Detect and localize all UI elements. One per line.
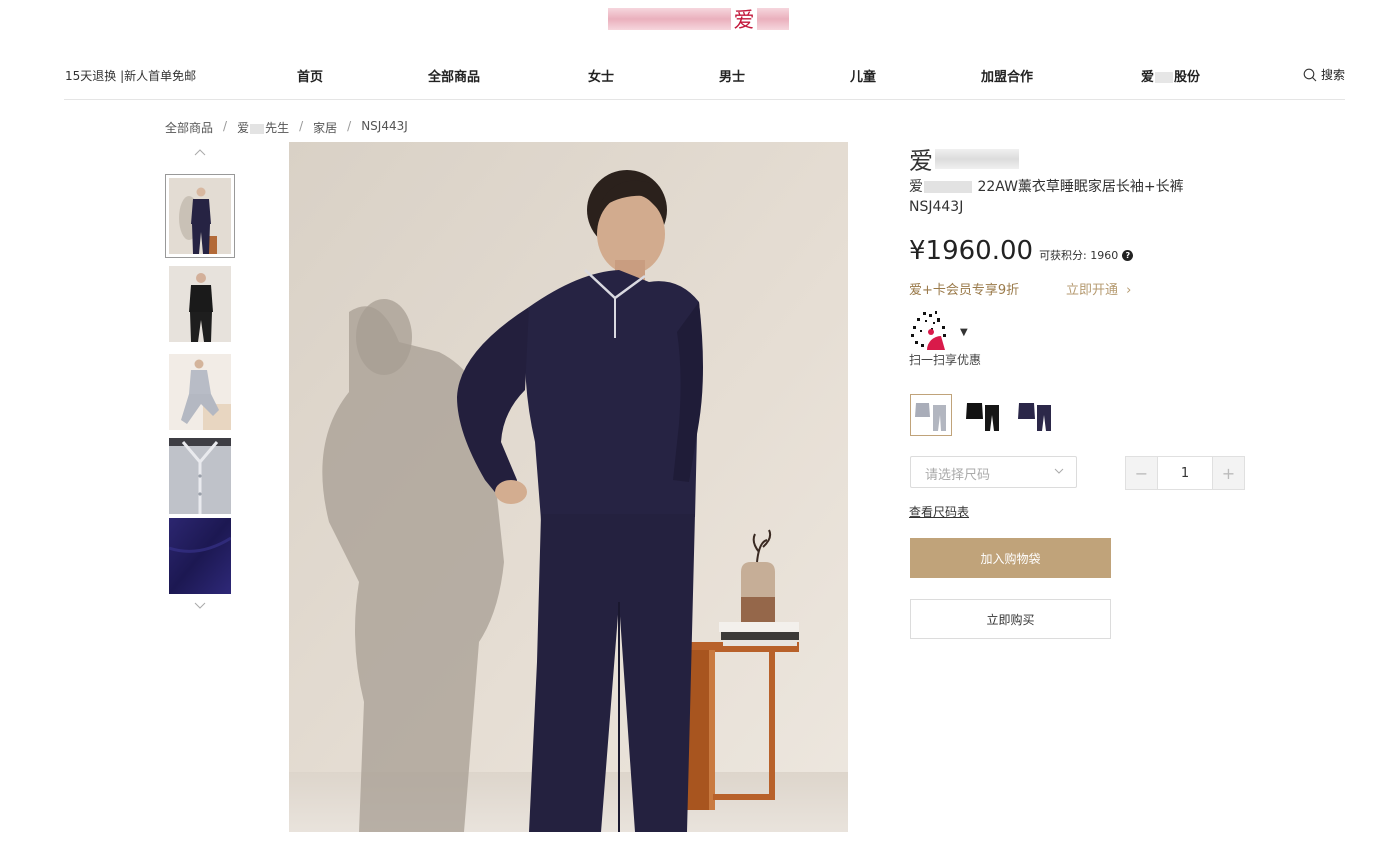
breadcrumb-home-living[interactable]: 家居	[313, 119, 337, 136]
reward-points-label: 可获积分: 1960	[1039, 249, 1119, 262]
nav-item-women[interactable]: 女士	[588, 66, 614, 85]
breadcrumb-separator: /	[223, 119, 228, 133]
thumbnail-image	[169, 266, 231, 342]
redaction-mask	[1155, 72, 1174, 83]
breadcrumb-all-products[interactable]: 全部商品	[165, 119, 213, 136]
promo-text: 15天退换 |新人首单免邮	[65, 69, 197, 83]
qr-code-image	[909, 310, 949, 350]
nav-item-kids[interactable]: 儿童	[850, 66, 876, 85]
thumbnail-2[interactable]	[165, 262, 235, 346]
chevron-down-icon	[194, 602, 206, 609]
add-to-bag-button[interactable]: 加入购物袋	[910, 538, 1111, 578]
chevron-down-icon	[1054, 468, 1064, 474]
color-swatches	[910, 394, 1056, 436]
product-brand: 爱	[909, 141, 1019, 176]
quantity-value[interactable]: 1	[1157, 457, 1213, 489]
color-swatch-black[interactable]	[962, 394, 1004, 436]
product-photo	[289, 142, 848, 832]
breadcrumb-separator: /	[347, 119, 352, 133]
member-activate-link[interactable]: 立即开通 ›	[1066, 279, 1131, 298]
qr-code[interactable]	[909, 310, 949, 350]
product-title: 爱 22AW薰衣草睡眠家居长袖+长裤NSJ443J	[909, 177, 1199, 217]
color-swatch-navy[interactable]	[1014, 394, 1056, 436]
thumb-scroll-down-button[interactable]	[165, 596, 235, 616]
logo-char: 爱	[733, 7, 755, 32]
product-price: ¥1960.00	[909, 236, 1034, 266]
thumbnail-5[interactable]	[165, 514, 235, 598]
nav-item-franchise[interactable]: 加盟合作	[981, 66, 1033, 85]
size-chart-link[interactable]: 查看尺码表	[909, 503, 969, 520]
thumbnail-image	[169, 438, 231, 514]
thumbnail-image	[169, 354, 231, 430]
chevron-up-icon	[194, 149, 206, 156]
breadcrumb-mister-suffix: 先生	[265, 121, 290, 135]
brand-logo[interactable]: 爱	[608, 6, 789, 32]
search-button[interactable]: 搜索	[1303, 66, 1345, 83]
thumb-scroll-up-button[interactable]	[165, 142, 235, 162]
color-swatch-grey[interactable]	[910, 394, 952, 436]
nav-item-shares-prefix: 爱	[1141, 70, 1155, 85]
nav-item-home[interactable]: 首页	[297, 66, 323, 85]
quantity-decrease-button[interactable]: −	[1126, 457, 1157, 489]
redaction-mask	[935, 148, 1019, 169]
top-nav: 15天退换 |新人首单免邮 首页 全部商品 女士 男士 儿童 加盟合作 爱股份 …	[64, 58, 1345, 100]
swatch-image	[1018, 403, 1051, 431]
member-offer: 爱+卡会员专享9折	[909, 283, 1020, 298]
redaction-mask	[250, 123, 265, 134]
nav-item-shares-suffix: 股份	[1174, 70, 1201, 85]
thumbnail-image	[169, 178, 231, 254]
help-icon[interactable]: ?	[1122, 249, 1134, 261]
member-activate-label: 立即开通	[1066, 283, 1119, 298]
qr-caption: 扫一扫享优惠	[909, 353, 982, 367]
size-select[interactable]: 请选择尺码	[910, 456, 1077, 488]
price-row: ¥1960.00 可获积分: 1960 ?	[909, 236, 1134, 266]
thumbnail-4[interactable]	[165, 434, 235, 518]
product-main-image[interactable]	[289, 142, 848, 832]
nav-item-shares[interactable]: 爱 股份	[1141, 66, 1200, 85]
product-title-prefix: 爱	[909, 179, 923, 195]
thumbnail-image	[169, 518, 231, 594]
search-label: 搜索	[1320, 68, 1345, 82]
logo-blur-left	[608, 7, 731, 30]
thumbnail-1[interactable]	[165, 174, 235, 258]
nav-item-men[interactable]: 男士	[719, 66, 745, 85]
breadcrumb-sku: NSJ443J	[361, 119, 408, 133]
logo-blur-right	[757, 7, 789, 30]
size-select-placeholder: 请选择尺码	[925, 468, 991, 483]
swatch-image	[915, 403, 946, 431]
breadcrumb-mister-prefix: 爱	[237, 121, 250, 135]
caret-down-icon[interactable]: ▼	[960, 327, 968, 338]
reward-points: 可获积分: 1960 ?	[1039, 247, 1134, 263]
quantity-stepper: − 1 +	[1125, 456, 1245, 490]
quantity-increase-button[interactable]: +	[1213, 457, 1244, 489]
nav-item-all-products[interactable]: 全部商品	[428, 66, 480, 85]
breadcrumb: 全部商品 / 爱 先生 / 家居 / NSJ443J	[165, 119, 408, 136]
brand-char: 爱	[909, 147, 933, 175]
search-icon	[1303, 68, 1317, 81]
thumbnail-3[interactable]	[165, 350, 235, 434]
redaction-mask	[924, 181, 972, 193]
swatch-image	[966, 403, 999, 431]
breadcrumb-mister[interactable]: 爱 先生	[237, 119, 289, 136]
breadcrumb-separator: /	[299, 119, 304, 133]
buy-now-button[interactable]: 立即购买	[910, 599, 1111, 639]
chevron-right-icon: ›	[1126, 283, 1132, 298]
